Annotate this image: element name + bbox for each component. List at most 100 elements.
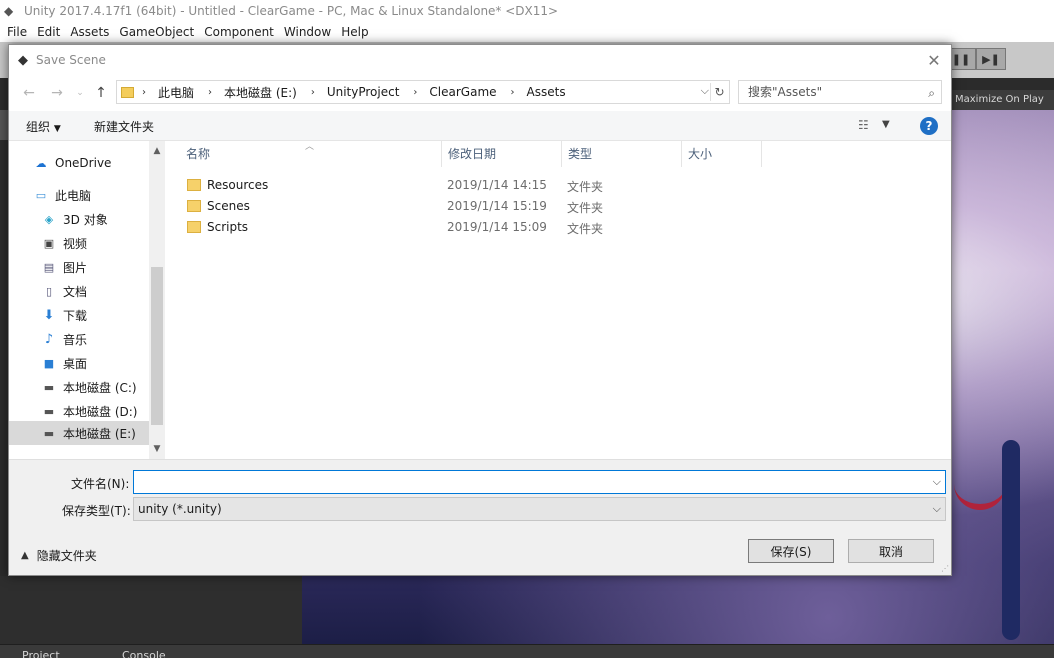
nav-item-label: 3D 对象 [63, 212, 108, 227]
breadcrumb-cleargame[interactable]: ClearGame [429, 85, 496, 99]
maximize-on-play-toggle[interactable]: Maximize On Play [955, 94, 1044, 105]
menu-window[interactable]: Window [279, 25, 336, 39]
scrollbar-thumb[interactable] [151, 267, 163, 425]
nav-item-drive-d[interactable]: ▬ 本地磁盘 (D:) [9, 399, 149, 423]
menu-component[interactable]: Component [199, 25, 279, 39]
caret-down-icon[interactable]: ▼ [882, 119, 890, 130]
music-icon: ♪ [44, 331, 54, 347]
drive-icon: ▬ [43, 380, 55, 394]
dialog-title-bar: ◆ Save Scene ✕ [9, 45, 951, 75]
nav-item-label: 本地磁盘 (C:) [63, 380, 137, 395]
nav-item-documents[interactable]: ▯ 文档 [9, 279, 149, 303]
nav-item-drive-c[interactable]: ▬ 本地磁盘 (C:) [9, 375, 149, 399]
dialog-title: Save Scene [36, 53, 106, 67]
nav-item-videos[interactable]: ▣ 视频 [9, 231, 149, 255]
search-input[interactable]: 搜索"Assets" ⌕ [738, 80, 942, 104]
nav-item-label: 本地磁盘 (E:) [63, 426, 136, 441]
nav-pane-scrollbar[interactable]: ▲ ▼ [149, 141, 165, 459]
unity-logo-icon: ◆ [18, 52, 28, 68]
play-controls: ❚❚ ▶❚ [946, 48, 1006, 70]
help-icon[interactable]: ? [920, 117, 938, 135]
step-icon[interactable]: ▶❚ [976, 48, 1006, 70]
menu-edit[interactable]: Edit [32, 25, 65, 39]
nav-item-pictures[interactable]: ▤ 图片 [9, 255, 149, 279]
refresh-icon[interactable]: ↻ [710, 83, 728, 101]
column-header-date[interactable]: 修改日期 [442, 141, 562, 167]
file-type: 文件夹 [567, 180, 604, 194]
file-row[interactable]: Resources 2019/1/14 14:15 文件夹 [183, 175, 763, 196]
breadcrumb-drive-e[interactable]: 本地磁盘 (E:) [224, 84, 297, 101]
cube-icon: ◈ [44, 212, 54, 226]
drive-icon: ▬ [43, 404, 55, 418]
nav-item-onedrive[interactable]: ☁ OneDrive [9, 151, 149, 175]
filename-field[interactable]: ⌵ [133, 470, 946, 494]
filename-input[interactable] [134, 471, 924, 493]
nav-item-this-pc[interactable]: ▭ 此电脑 [9, 183, 149, 207]
hide-folders-label: 隐藏文件夹 [36, 549, 97, 563]
nav-item-label: 本地磁盘 (D:) [63, 404, 138, 419]
nav-item-label: 下载 [63, 308, 88, 323]
scroll-up-icon[interactable]: ▲ [149, 143, 165, 159]
caret-down-icon: ▼ [53, 124, 61, 134]
file-name: Scripts [207, 220, 249, 234]
chevron-down-icon: ⌵ [932, 502, 941, 515]
folder-icon [187, 200, 201, 212]
up-arrow-icon[interactable]: ↑ [91, 83, 111, 103]
column-header-type[interactable]: 类型 [562, 141, 682, 167]
filetype-value: unity (*.unity) [138, 502, 222, 516]
file-type: 文件夹 [567, 222, 604, 236]
rope-decoration [954, 450, 1006, 510]
organize-label: 组织 [26, 120, 51, 134]
nav-item-label: 文档 [63, 284, 88, 299]
new-folder-button[interactable]: 新建文件夹 [94, 118, 154, 135]
address-bar[interactable]: › 此电脑 › 本地磁盘 (E:) › UnityProject › ClearGame… [116, 80, 730, 104]
column-header-name[interactable]: 名称 [180, 141, 442, 167]
chevron-down-icon[interactable]: ⌵ [701, 84, 709, 98]
file-row[interactable]: Scenes 2019/1/14 15:19 文件夹 [183, 196, 763, 217]
hide-folders-toggle[interactable]: ▲ 隐藏文件夹 [21, 547, 97, 564]
nav-item-label: 此电脑 [55, 188, 92, 203]
nav-item-3d-objects[interactable]: ◈ 3D 对象 [9, 207, 149, 231]
menu-file[interactable]: File [2, 25, 32, 39]
nav-item-label: 视频 [63, 236, 88, 251]
nav-item-desktop[interactable]: ■ 桌面 [9, 351, 149, 375]
nav-item-music[interactable]: ♪ 音乐 [9, 327, 149, 351]
save-button[interactable]: 保存(S) [748, 539, 834, 563]
nav-item-downloads[interactable]: ⬇ 下载 [9, 303, 149, 327]
search-icon[interactable]: ⌕ [928, 82, 935, 104]
view-options-icon[interactable]: ☷ [858, 118, 869, 132]
organize-menu[interactable]: 组织 ▼ [26, 118, 61, 135]
tab-project[interactable]: Project [22, 649, 60, 658]
command-bar: 组织 ▼ 新建文件夹 ☷ ▼ ? [9, 111, 951, 141]
chevron-down-icon[interactable]: ⌵ [933, 475, 941, 489]
breadcrumb-unityproject[interactable]: UnityProject [327, 85, 400, 99]
filetype-select[interactable]: unity (*.unity) ⌵ [133, 497, 946, 521]
recent-dropdown-icon[interactable]: ⌄ [70, 83, 90, 103]
hierarchy-panel [0, 576, 302, 644]
back-arrow-icon[interactable]: ← [19, 83, 39, 103]
navigation-bar: ← → ⌄ ↑ › 此电脑 › 本地磁盘 (E:) › UnityProject › C… [9, 75, 951, 111]
breadcrumb-this-pc[interactable]: 此电脑 [158, 84, 194, 101]
save-scene-dialog: ◆ Save Scene ✕ ← → ⌄ ↑ › 此电脑 › 本地磁盘 (E:) ›… [8, 44, 952, 576]
file-name: Scenes [207, 199, 250, 213]
file-type: 文件夹 [567, 201, 604, 215]
unity-window-title: Unity 2017.4.17f1 (64bit) - Untitled - C… [24, 4, 559, 18]
chevron-right-icon: › [510, 86, 515, 98]
breadcrumb-assets[interactable]: Assets [527, 85, 566, 99]
forward-arrow-icon[interactable]: → [47, 83, 67, 103]
menu-help[interactable]: Help [336, 25, 373, 39]
file-row[interactable]: Scripts 2019/1/14 15:09 文件夹 [183, 217, 763, 238]
save-options-area: 文件名(N): ⌵ 保存类型(T): unity (*.unity) ⌵ ▲ 隐… [9, 459, 951, 575]
nav-item-drive-e[interactable]: ▬ 本地磁盘 (E:) [9, 421, 149, 445]
file-list: ︿ 名称 修改日期 类型 大小 Resources 2019/1/14 14:1… [165, 141, 951, 459]
menu-gameobject[interactable]: GameObject [114, 25, 199, 39]
tab-console[interactable]: Console [122, 649, 166, 658]
scroll-down-icon[interactable]: ▼ [149, 441, 165, 457]
menu-assets[interactable]: Assets [65, 25, 114, 39]
nav-item-label: 图片 [63, 260, 88, 275]
hierarchy-strip [0, 110, 8, 140]
close-icon[interactable]: ✕ [923, 49, 945, 71]
column-header-size[interactable]: 大小 [682, 141, 762, 167]
resize-grip-icon[interactable]: ⋰ [941, 564, 949, 573]
cancel-button[interactable]: 取消 [848, 539, 934, 563]
